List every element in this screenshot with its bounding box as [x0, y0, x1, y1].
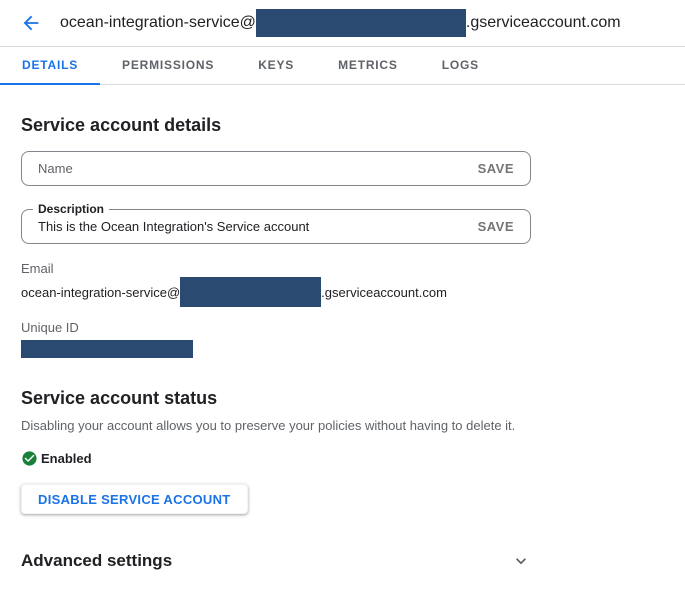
redaction-box-unique-id	[21, 340, 193, 358]
service-account-email-prefix: ocean-integration-service@	[60, 14, 256, 32]
details-heading: Service account details	[21, 116, 664, 135]
tab-logs[interactable]: LOGS	[420, 47, 501, 85]
chevron-down-icon	[511, 551, 531, 571]
page-header: ocean-integration-service@ .gserviceaccou…	[0, 0, 685, 47]
email-value: ocean-integration-service@ .gserviceaccou…	[21, 277, 664, 307]
email-value-suffix: .gserviceaccount.com	[321, 285, 447, 300]
redaction-box-header	[256, 9, 466, 37]
tab-keys[interactable]: KEYS	[236, 47, 316, 85]
tab-permissions[interactable]: PERMISSIONS	[100, 47, 236, 85]
status-badge: Enabled	[41, 451, 92, 466]
back-button[interactable]	[14, 6, 48, 40]
description-field-label: Description	[33, 202, 109, 216]
check-circle-icon	[21, 450, 38, 467]
name-save-button[interactable]: SAVE	[478, 161, 514, 176]
service-account-email-suffix: .gserviceaccount.com	[466, 14, 621, 32]
disable-service-account-button[interactable]: DISABLE SERVICE ACCOUNT	[21, 484, 248, 514]
status-description: Disabling your account allows you to pre…	[21, 419, 664, 433]
description-input[interactable]	[38, 219, 466, 234]
tab-metrics[interactable]: METRICS	[316, 47, 420, 85]
advanced-settings-toggle[interactable]: Advanced settings	[21, 551, 531, 571]
name-input[interactable]	[38, 161, 466, 176]
name-field-container: SAVE	[21, 151, 531, 186]
main-content: Service account details SAVE Description…	[0, 116, 685, 571]
page-title: ocean-integration-service@ .gserviceaccou…	[60, 9, 621, 37]
tab-bar: DETAILS PERMISSIONS KEYS METRICS LOGS	[0, 47, 685, 85]
email-value-prefix: ocean-integration-service@	[21, 285, 180, 300]
back-arrow-icon	[20, 12, 42, 34]
redaction-box-email	[180, 277, 321, 307]
status-row: Enabled	[21, 450, 664, 467]
tab-details[interactable]: DETAILS	[0, 47, 100, 85]
description-save-button[interactable]: SAVE	[478, 219, 514, 234]
description-field-container: Description SAVE	[21, 209, 531, 244]
status-heading: Service account status	[21, 389, 664, 408]
unique-id-label: Unique ID	[21, 321, 664, 334]
email-label: Email	[21, 262, 664, 275]
advanced-settings-heading: Advanced settings	[21, 551, 172, 571]
